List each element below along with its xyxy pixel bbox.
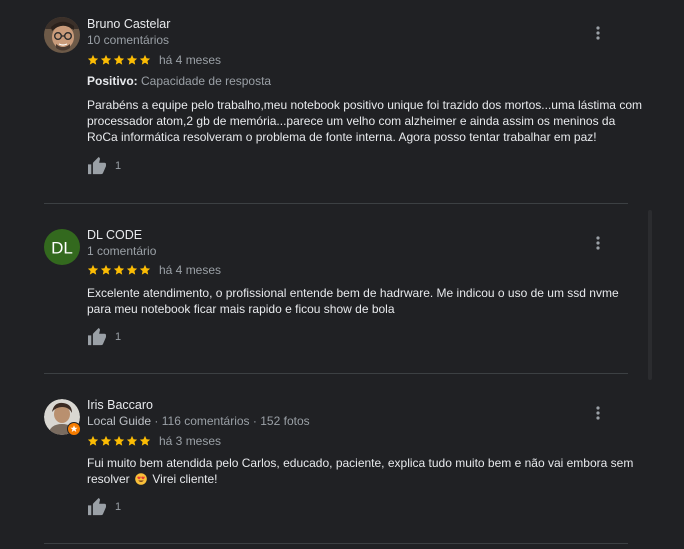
reviewer-name[interactable]: Bruno Castelar: [87, 17, 170, 31]
star-icon: [100, 264, 112, 275]
reviewer-meta[interactable]: 1 comentário: [87, 244, 156, 258]
more-vert-icon: [596, 406, 600, 420]
like-count: 1: [115, 160, 122, 172]
like-count: 1: [115, 331, 122, 343]
like-button[interactable]: 1: [87, 328, 121, 346]
star-icon: [100, 54, 112, 65]
rating-row: há 4 meses: [87, 263, 221, 277]
star-icon: [139, 264, 151, 275]
local-guide-label: Local Guide: [87, 414, 152, 428]
meta-separator: ·: [252, 414, 257, 428]
star-icon: [87, 435, 99, 446]
meta-separator: ·: [154, 414, 159, 428]
star-icon: [139, 54, 151, 65]
star-icon: [113, 54, 125, 65]
rating-row: há 4 meses: [87, 53, 221, 67]
review-text: Fui muito bem atendida pelo Carlos, educ…: [87, 455, 642, 487]
more-options-button[interactable]: [588, 403, 608, 423]
more-vert-icon: [596, 26, 600, 40]
thumb-up-icon: [88, 157, 106, 175]
reviewer-name[interactable]: Iris Baccaro: [87, 398, 153, 412]
attribute-value: Capacidade de resposta: [141, 74, 272, 88]
scrollbar-track[interactable]: [648, 210, 652, 380]
divider: [44, 373, 628, 374]
thumb-up-icon: [88, 498, 106, 516]
review-attribute: Positivo: Capacidade de resposta: [87, 74, 271, 88]
more-vert-icon: [596, 236, 600, 250]
star-icon: [87, 54, 99, 65]
like-button[interactable]: 1: [87, 498, 121, 516]
star-rating: [87, 435, 151, 447]
avatar-initials: DL: [51, 239, 73, 258]
star-icon: [139, 435, 151, 446]
like-count: 1: [115, 501, 122, 513]
avatar[interactable]: [44, 399, 81, 436]
review-date: há 3 meses: [159, 434, 222, 448]
star-rating: [87, 264, 151, 276]
like-button[interactable]: 1: [87, 157, 121, 175]
star-rating: [87, 54, 151, 66]
local-guide-badge-icon: [67, 422, 81, 436]
review-text-part: Virei cliente!: [152, 472, 218, 486]
star-icon: [87, 264, 99, 275]
star-icon: [113, 435, 125, 446]
reviewer-name[interactable]: DL CODE: [87, 228, 142, 242]
rating-row: há 3 meses: [87, 434, 221, 448]
thumb-up-icon: [88, 328, 106, 346]
star-icon: [113, 264, 125, 275]
more-options-button[interactable]: [588, 23, 608, 43]
divider: [44, 543, 628, 544]
heart-eyes-emoji-icon: [135, 473, 147, 485]
review-date: há 4 meses: [159, 263, 222, 277]
review-date: há 4 meses: [159, 53, 222, 67]
divider: [44, 203, 628, 204]
more-options-button[interactable]: [588, 233, 608, 253]
reviewer-meta[interactable]: Local Guide · 116 comentários · 152 foto…: [87, 414, 310, 428]
star-icon: [100, 435, 112, 446]
star-icon: [126, 435, 138, 446]
photos-count: 152 fotos: [260, 414, 310, 428]
review-text: Parabéns a equipe pelo trabalho,meu note…: [87, 98, 642, 144]
reviews-count: 116 comentários: [161, 414, 250, 428]
avatar[interactable]: [44, 17, 80, 53]
review-text: Excelente atendimento, o profissional en…: [87, 286, 619, 316]
star-icon: [126, 54, 138, 65]
reviewer-meta[interactable]: 10 comentários: [87, 33, 169, 47]
avatar[interactable]: DL: [44, 229, 80, 265]
attribute-label: Positivo:: [87, 74, 138, 88]
star-icon: [126, 264, 138, 275]
